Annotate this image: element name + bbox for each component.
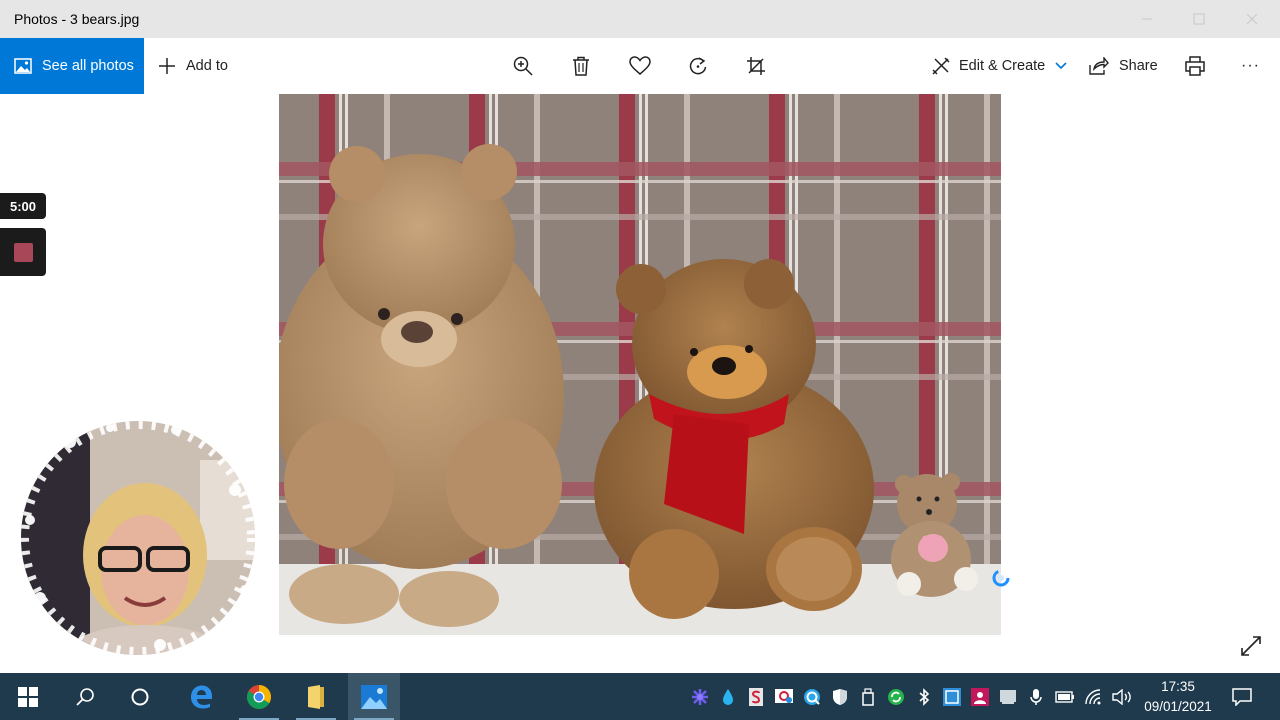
tray-usb[interactable] <box>854 687 882 706</box>
microphone-icon <box>1030 688 1042 705</box>
add-to-label: Add to <box>186 58 228 74</box>
tray-quick-assist[interactable] <box>798 688 826 706</box>
tray-bluetooth[interactable] <box>910 687 938 706</box>
clock-date: 09/01/2021 <box>1144 699 1212 714</box>
search-button[interactable] <box>60 673 110 720</box>
shield-icon <box>833 688 847 705</box>
stop-recording-button[interactable] <box>0 228 46 276</box>
tray-monitor-app[interactable] <box>770 688 798 706</box>
edit-create-button[interactable]: Edit & Create <box>931 38 1067 94</box>
photo-toolbar: See all photos Add to Edit & Create Shar… <box>0 38 1280 94</box>
tray-network-app[interactable] <box>938 687 966 706</box>
battery-icon <box>1055 690 1074 703</box>
taskbar-photos[interactable] <box>348 673 400 720</box>
zoom-in-icon <box>513 56 533 76</box>
tray-account-app[interactable] <box>966 687 994 706</box>
add-to-button[interactable]: Add to <box>158 38 228 94</box>
maximize-icon <box>1193 13 1205 25</box>
taskbar-edge[interactable] <box>175 673 227 720</box>
rotate-icon <box>689 57 707 75</box>
zoom-button[interactable] <box>513 38 533 94</box>
maximize-button[interactable] <box>1176 0 1222 38</box>
tray-volume[interactable] <box>1108 688 1136 705</box>
heart-icon <box>629 56 651 75</box>
window-title: Photos - 3 bears.jpg <box>14 11 140 27</box>
tray-wifi[interactable] <box>1080 688 1108 705</box>
close-button[interactable] <box>1229 0 1275 38</box>
clock-time: 17:35 <box>1161 679 1195 694</box>
see-all-photos-label: See all photos <box>42 58 134 74</box>
person-icon <box>971 687 989 706</box>
taskbar-file-explorer[interactable] <box>290 673 342 720</box>
chevron-down-icon <box>1055 62 1067 70</box>
busy-cursor-icon <box>992 569 1010 587</box>
recording-timer: 5:00 <box>0 193 46 219</box>
windows-icon <box>18 686 38 707</box>
tray-drop-app[interactable] <box>714 688 742 706</box>
tray-sync[interactable] <box>882 688 910 706</box>
tray-microphone[interactable] <box>1022 688 1050 706</box>
windows-taskbar: 17:35 09/01/2021 <box>0 673 1280 720</box>
taskbar-chrome[interactable] <box>233 673 285 720</box>
share-icon <box>1089 57 1109 75</box>
close-icon <box>1246 13 1258 25</box>
notification-icon <box>1232 687 1252 706</box>
expand-icon[interactable] <box>1240 635 1262 657</box>
trash-icon <box>573 56 589 76</box>
grid-app-icon <box>943 687 961 706</box>
edge-icon <box>191 685 212 708</box>
delete-button[interactable] <box>572 38 590 94</box>
speaker-icon <box>1112 688 1131 705</box>
stop-icon <box>13 242 33 262</box>
plus-icon <box>159 58 175 74</box>
webcam-overlay <box>21 421 255 655</box>
crop-button[interactable] <box>746 38 766 94</box>
print-button[interactable] <box>1185 38 1205 94</box>
edit-create-label: Edit & Create <box>959 58 1046 74</box>
cortana-button[interactable] <box>115 673 165 720</box>
main-photo[interactable] <box>279 94 1001 635</box>
action-center-button[interactable] <box>1222 673 1262 720</box>
start-button[interactable] <box>0 673 56 720</box>
tray-battery[interactable] <box>1050 690 1080 703</box>
search-icon <box>76 687 94 706</box>
wifi-icon <box>1085 688 1101 704</box>
minimize-icon <box>1142 18 1152 20</box>
starburst-icon <box>692 688 708 705</box>
quick-assist-icon <box>804 688 820 705</box>
sync-icon <box>888 688 904 705</box>
title-bar: Photos - 3 bears.jpg <box>0 0 1280 38</box>
tray-security[interactable] <box>826 688 854 706</box>
tray-display-app[interactable] <box>994 688 1022 706</box>
rotate-button[interactable] <box>688 38 708 94</box>
share-label: Share <box>1119 58 1158 74</box>
usb-drive-icon <box>862 687 874 706</box>
photos-app-icon <box>361 684 387 709</box>
folder-icon <box>308 684 324 709</box>
share-button[interactable]: Share <box>1089 38 1158 94</box>
more-options-button[interactable]: ··· <box>1241 38 1260 94</box>
tray-s-app[interactable] <box>742 687 770 706</box>
edit-create-icon <box>932 57 950 75</box>
favorite-button[interactable] <box>629 38 651 94</box>
bluetooth-icon <box>919 687 930 706</box>
printer-icon <box>1185 56 1205 76</box>
photos-icon <box>14 58 32 74</box>
system-tray <box>686 673 1136 720</box>
taskbar-clock[interactable]: 17:35 09/01/2021 <box>1138 677 1218 717</box>
chrome-icon <box>247 684 271 709</box>
see-all-photos-button[interactable]: See all photos <box>0 38 144 94</box>
tray-asterisk-app[interactable] <box>686 688 714 706</box>
s-app-icon <box>749 687 763 706</box>
three-bears-photo <box>279 94 1001 635</box>
monitor-icon <box>775 688 793 703</box>
cortana-icon <box>131 688 149 705</box>
crop-icon <box>747 57 765 75</box>
minimize-button[interactable] <box>1124 0 1170 38</box>
display-icon <box>1000 689 1016 704</box>
drop-icon <box>723 688 733 705</box>
